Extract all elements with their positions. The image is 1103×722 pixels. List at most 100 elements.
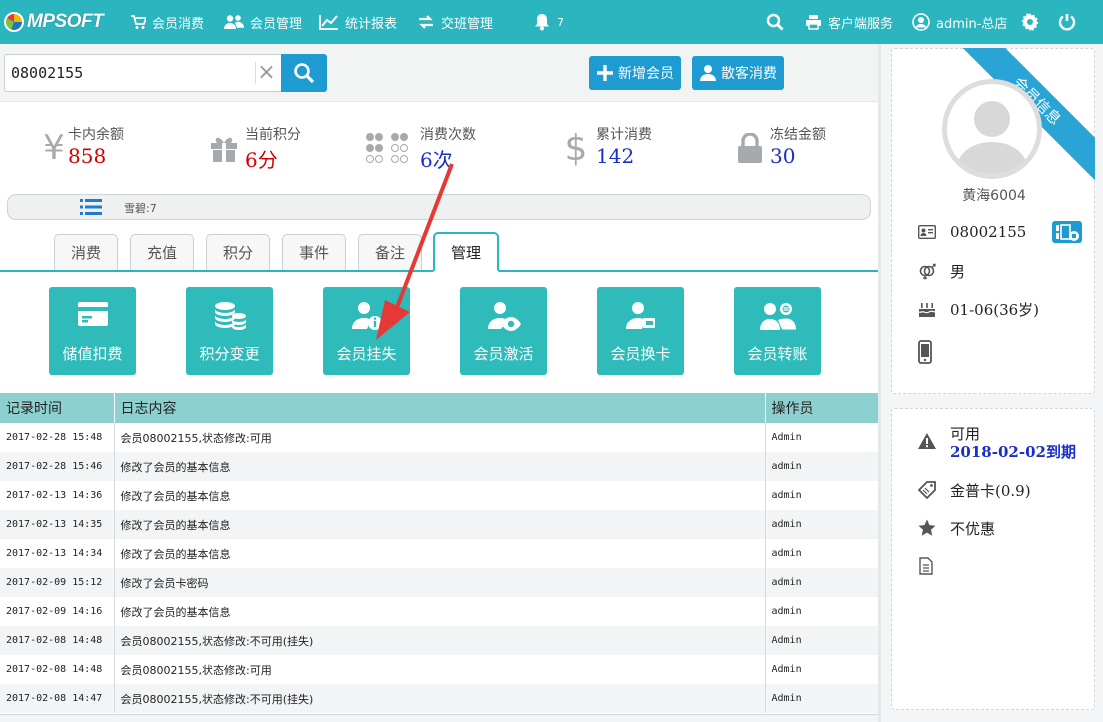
change-card-icon[interactable] <box>1052 221 1082 243</box>
new-member-label: 新增会员 <box>618 66 674 82</box>
coins-icon <box>186 301 273 331</box>
user-menu[interactable]: admin-总店 <box>912 0 1007 44</box>
card-number-row: 08002155 <box>918 221 1026 243</box>
tile-label: 会员挂失 <box>336 345 397 363</box>
user-name: admin-总店 <box>936 16 1008 32</box>
member-info-sidebar: 会员信息 黄海6004 08002155 男 01-06(36岁) 可用 201… <box>881 44 1103 722</box>
table-row[interactable]: 2017-02-28 15:46 修改了会员的基本信息 admin <box>0 452 879 481</box>
member-tags-text: 雪碧:7 <box>124 202 157 215</box>
log-content-cell: 修改了会员的基本信息 <box>114 510 766 539</box>
nav-member-manage[interactable]: 会员管理 <box>224 0 302 44</box>
table-row[interactable]: 2017-02-08 14:48 会员08002155,状态修改:不可用(挂失) A… <box>0 626 879 655</box>
search-button[interactable] <box>281 54 327 92</box>
avatar[interactable] <box>942 79 1042 179</box>
member-name: 黄海6004 <box>962 188 1026 204</box>
table-body: 2017-02-28 15:48 会员08002155,状态修改:可用 Admin 2… <box>0 423 879 713</box>
log-content-cell: 会员08002155,状态修改:不可用(挂失) <box>114 626 766 655</box>
global-search[interactable] <box>766 0 784 44</box>
membership-status-card: 可用 2018-02-02到期 金普卡(0.9) 不优惠 <box>891 408 1095 710</box>
tab-points[interactable]: 积分 <box>206 234 270 270</box>
tab-consume[interactable]: 消费 <box>54 234 118 270</box>
table-row[interactable]: 2017-02-08 14:48 会员08002155,状态修改:可用 Admin <box>0 655 879 684</box>
id-card-icon <box>918 225 936 239</box>
tile-label: 会员转账 <box>747 345 808 363</box>
log-content-cell: 修改了会员的基本信息 <box>114 539 766 568</box>
table-row[interactable]: 2017-02-28 15:48 会员08002155,状态修改:可用 Admin <box>0 423 879 452</box>
operation-log-table: 记录时间 日志内容 操作员 2017-02-28 15:48 会员08002155… <box>0 393 879 713</box>
mobile-phone-icon <box>918 340 932 364</box>
nav-member-consume[interactable]: 会员消费 <box>130 0 204 44</box>
tile-label: 储值扣费 <box>62 345 123 363</box>
tile-transfer[interactable]: 会员转账 <box>734 287 821 375</box>
log-time-cell: 2017-02-08 14:48 <box>0 655 115 684</box>
log-time-cell: 2017-02-13 14:35 <box>0 510 115 539</box>
log-time-cell: 2017-02-28 15:46 <box>0 452 115 481</box>
tab-events[interactable]: 事件 <box>282 234 346 270</box>
user-icon <box>700 65 716 81</box>
birthday-row: 01-06(36岁) <box>918 298 1039 320</box>
log-time-cell: 2017-02-08 14:47 <box>0 684 115 713</box>
log-content-cell: 会员08002155,状态修改:可用 <box>114 423 766 452</box>
settings-button[interactable] <box>1021 0 1039 44</box>
notifications[interactable]: 7 <box>533 0 564 44</box>
tab-recharge[interactable]: 充值 <box>130 234 194 270</box>
client-service[interactable]: 客户端服务 <box>805 0 893 44</box>
column-header-content[interactable]: 日志内容 <box>114 393 766 423</box>
tag-icon <box>918 481 936 499</box>
log-operator-cell: Admin <box>765 423 879 452</box>
new-member-button[interactable]: 新增会员 <box>589 56 681 90</box>
column-header-operator[interactable]: 操作员 <box>765 393 879 423</box>
card-type-row: 金普卡(0.9) <box>918 479 1031 501</box>
table-row[interactable]: 2017-02-13 14:34 修改了会员的基本信息 admin <box>0 539 879 568</box>
table-row[interactable]: 2017-02-09 14:16 修改了会员的基本信息 admin <box>0 597 879 626</box>
nav-statistics[interactable]: 统计报表 <box>319 0 397 44</box>
clear-search-icon[interactable]: × <box>255 62 277 84</box>
tile-activate[interactable]: 会员激活 <box>460 287 547 375</box>
table-row[interactable]: 2017-02-13 14:35 修改了会员的基本信息 admin <box>0 510 879 539</box>
tile-label: 积分变更 <box>199 345 260 363</box>
log-operator-cell: Admin <box>765 684 879 713</box>
column-header-time[interactable]: 记录时间 <box>0 393 115 423</box>
tile-replace-card[interactable]: 会员换卡 <box>597 287 684 375</box>
tile-label: 会员激活 <box>473 345 534 363</box>
bell-icon <box>535 14 549 31</box>
member-search-input[interactable] <box>5 55 245 91</box>
log-content-cell: 修改了会员卡密码 <box>114 568 766 597</box>
log-content-cell: 修改了会员的基本信息 <box>114 452 766 481</box>
nav-label: 会员消费 <box>152 16 205 32</box>
birthday-value: 01-06(36岁) <box>950 300 1040 319</box>
tile-points-change[interactable]: 积分变更 <box>186 287 273 375</box>
table-row[interactable]: 2017-02-09 15:12 修改了会员卡密码 admin <box>0 568 879 597</box>
nav-shift-manage[interactable]: 交班管理 <box>417 0 493 44</box>
note-row <box>918 555 948 577</box>
user-transfer-icon <box>734 301 821 331</box>
shift-icon <box>419 15 433 29</box>
log-operator-cell: admin <box>765 510 879 539</box>
main-panel: × 新增会员 散客消费 ¥ 卡内余额 858 当前积分 6分 消费次数 6次 $… <box>0 44 879 722</box>
log-operator-cell: admin <box>765 539 879 568</box>
gender-value: 男 <box>950 262 966 281</box>
card-type-value: 金普卡(0.9) <box>950 481 1031 500</box>
table-header-row: 记录时间 日志内容 操作员 <box>0 393 879 423</box>
member-search-box: × <box>4 54 282 92</box>
annotation-arrow <box>376 163 454 340</box>
card-number: 08002155 <box>950 223 1027 241</box>
log-content-cell: 修改了会员的基本信息 <box>114 597 766 626</box>
printer-icon <box>806 15 821 30</box>
list-icon[interactable] <box>80 198 102 216</box>
star-icon <box>918 519 936 536</box>
power-button[interactable] <box>1058 0 1076 44</box>
app-logo[interactable]: MPSOFT <box>4 8 104 36</box>
tile-stored-value-deduct[interactable]: 储值扣费 <box>49 287 136 375</box>
stat-card-points: 当前积分 6分 <box>208 122 328 174</box>
log-time-cell: 2017-02-09 14:16 <box>0 597 115 626</box>
client-service-label: 客户端服务 <box>828 16 894 32</box>
walkin-consume-button[interactable]: 散客消费 <box>692 56 784 90</box>
table-row[interactable]: 2017-02-08 14:47 会员08002155,状态修改:不可用(挂失) A… <box>0 684 879 713</box>
cake-icon <box>918 303 936 317</box>
log-content-cell: 会员08002155,状态修改:不可用(挂失) <box>114 684 766 713</box>
table-row[interactable]: 2017-02-13 14:36 修改了会员的基本信息 admin <box>0 481 879 510</box>
log-operator-cell: admin <box>765 597 879 626</box>
dollar-icon: $ <box>564 127 588 169</box>
log-operator-cell: admin <box>765 568 879 597</box>
